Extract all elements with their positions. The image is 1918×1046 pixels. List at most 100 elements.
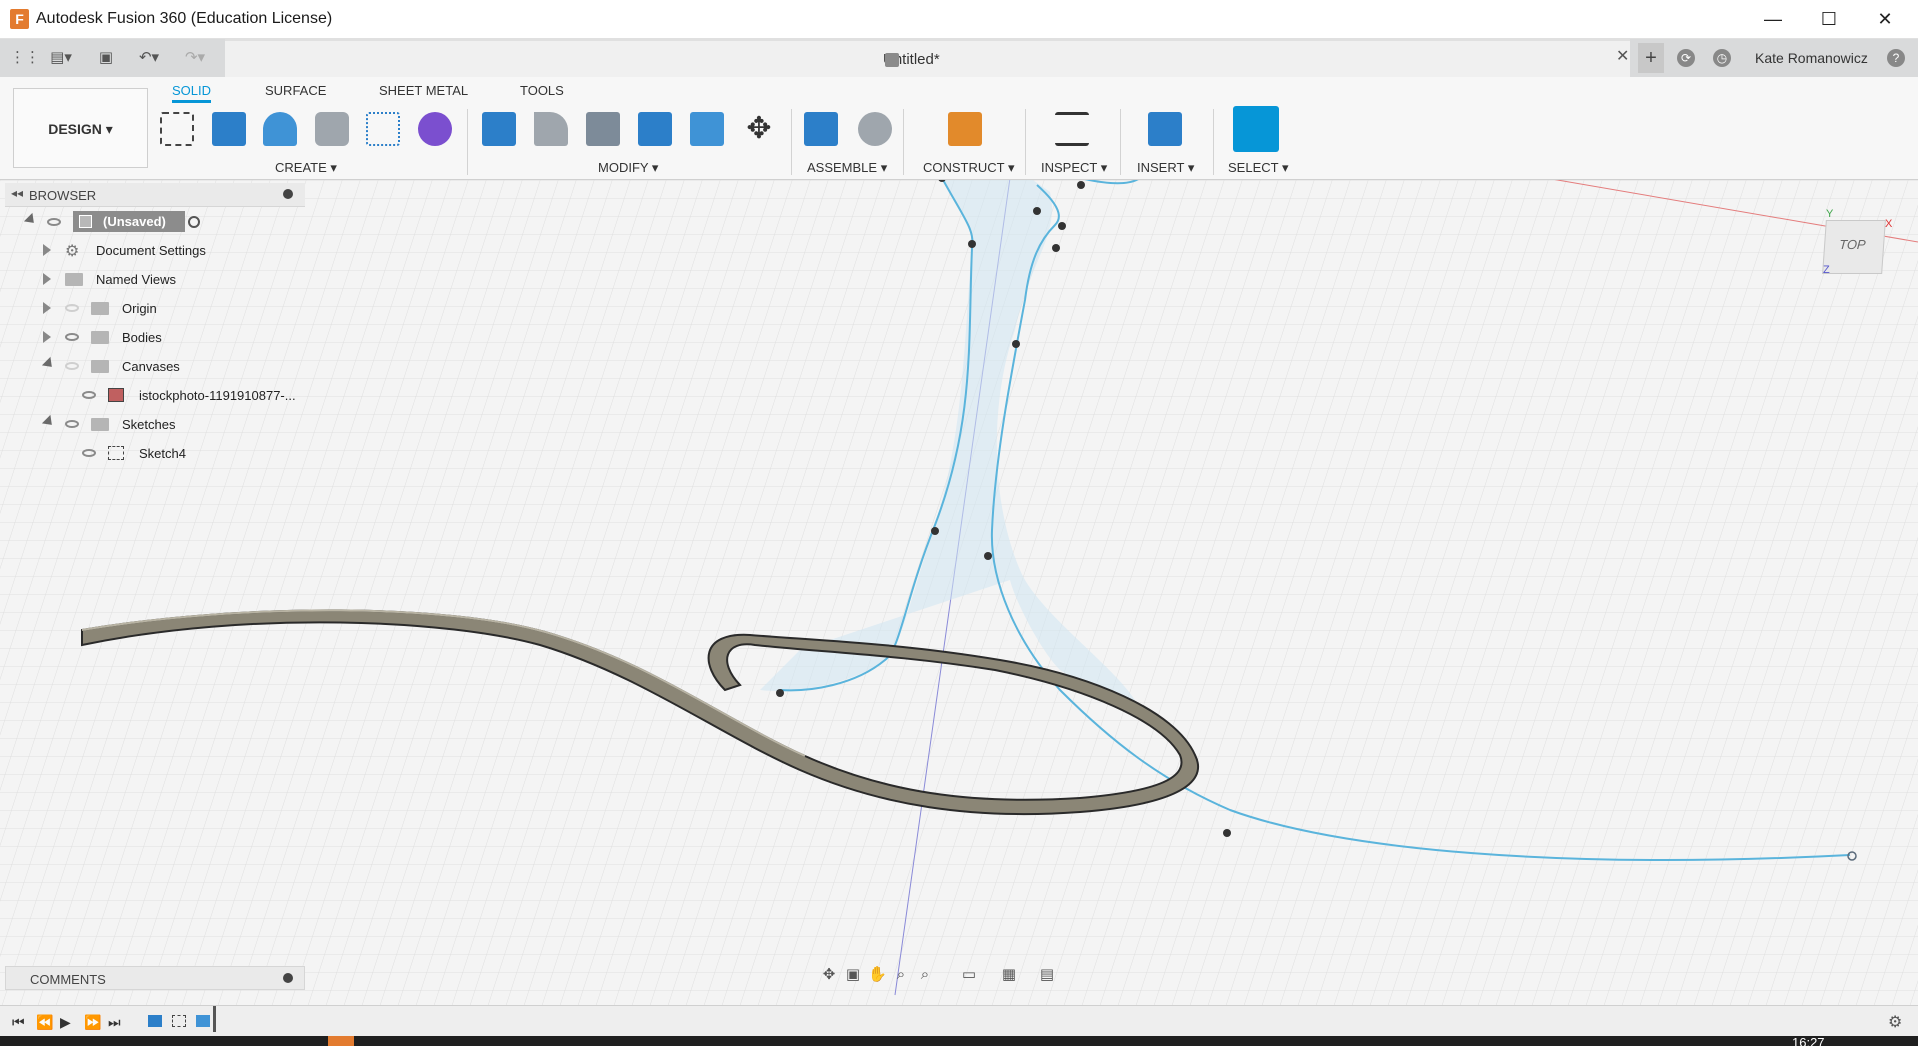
expand-icon[interactable]	[43, 273, 51, 285]
orbit-icon[interactable]: ✥	[820, 966, 838, 984]
collapse-icon[interactable]	[41, 414, 57, 430]
play-icon[interactable]: ▶	[60, 1014, 71, 1031]
visibility-eye-icon[interactable]	[47, 218, 61, 226]
document-tab[interactable]: Untitled*	[225, 39, 1630, 77]
measure-icon[interactable]	[1055, 112, 1089, 146]
new-tab-button[interactable]: +	[1638, 43, 1664, 73]
activate-component-icon[interactable]	[188, 216, 200, 228]
extensions-icon[interactable]: ⟳	[1677, 49, 1695, 67]
close-window-button[interactable]: ✕	[1857, 0, 1913, 39]
expand-root-icon[interactable]	[23, 212, 39, 228]
maximize-button[interactable]: ☐	[1801, 0, 1857, 39]
tree-label: Sketch4	[139, 446, 186, 461]
data-panel-grid-icon[interactable]: ⋮⋮	[10, 47, 40, 69]
tree-row-sketches[interactable]: Sketches	[5, 412, 305, 436]
tree-row-origin[interactable]: Origin	[5, 296, 305, 320]
create-menu[interactable]: CREATE ▾	[275, 160, 337, 176]
user-account-name[interactable]: Kate Romanowicz	[1755, 50, 1868, 66]
expand-icon[interactable]	[43, 331, 51, 343]
viewports-icon[interactable]: ▤	[1038, 966, 1056, 984]
fit-icon[interactable]: ⌕	[916, 966, 934, 984]
tree-row-bodies[interactable]: Bodies	[5, 325, 305, 349]
zoom-icon[interactable]: ⌕	[892, 966, 910, 984]
move-icon[interactable]: ✥	[742, 112, 776, 146]
redo-icon[interactable]: ↷▾	[178, 47, 212, 69]
tab-sheet-metal[interactable]: SHEET METAL	[379, 83, 468, 98]
tree-row-document-settings[interactable]: ⚙ Document Settings	[5, 238, 305, 262]
modify-menu[interactable]: MODIFY ▾	[598, 160, 658, 176]
visibility-eye-icon[interactable]	[65, 333, 79, 341]
chamfer-icon[interactable]	[586, 112, 620, 146]
construct-menu[interactable]: CONSTRUCT ▾	[923, 160, 1015, 176]
insert-menu[interactable]: INSERT ▾	[1137, 160, 1194, 176]
tree-row-sketch4[interactable]: Sketch4	[5, 441, 305, 465]
revolve-icon[interactable]	[263, 112, 297, 146]
timeline-settings-gear-icon[interactable]: ⚙	[1888, 1012, 1902, 1032]
create-sketch-icon[interactable]	[160, 112, 194, 146]
tree-row-root[interactable]: (Unsaved)	[5, 210, 305, 234]
minimize-button[interactable]: —	[1745, 0, 1801, 39]
grid-settings-icon[interactable]: ▦	[1000, 966, 1018, 984]
taskbar-fusion-icon[interactable]	[328, 1036, 354, 1046]
pattern-icon[interactable]	[366, 112, 400, 146]
select-menu[interactable]: SELECT ▾	[1228, 160, 1288, 176]
browser-pin-icon[interactable]	[283, 189, 293, 199]
image-icon	[108, 388, 124, 402]
offset-plane-icon[interactable]	[948, 112, 982, 146]
close-tab-icon[interactable]: ✕	[1616, 46, 1629, 66]
tree-row-canvases[interactable]: Canvases	[5, 354, 305, 378]
navigation-bar: ✥ ▣ ✋ ⌕ ⌕ ▭ ▦ ▤	[820, 962, 1090, 990]
window-title: Autodesk Fusion 360 (Education License)	[36, 10, 333, 27]
canvas-image-icon[interactable]	[1148, 112, 1182, 146]
fillet-icon[interactable]	[534, 112, 568, 146]
hole-icon[interactable]	[315, 112, 349, 146]
visibility-eye-icon[interactable]	[65, 420, 79, 428]
tree-row-named-views[interactable]: Named Views	[5, 267, 305, 291]
comments-panel[interactable]: COMMENTS	[5, 966, 305, 990]
timeline-marker[interactable]	[213, 1006, 216, 1032]
gear-icon: ⚙	[65, 243, 80, 260]
folder-icon	[65, 273, 83, 286]
new-component-icon[interactable]	[804, 112, 838, 146]
tab-tools[interactable]: TOOLS	[520, 83, 564, 98]
step-back-icon[interactable]: ⏪	[36, 1014, 53, 1031]
save-icon[interactable]: ▣	[96, 47, 116, 69]
timeline-sweep-feature-icon[interactable]	[196, 1015, 210, 1027]
go-to-start-icon[interactable]: ⏮	[12, 1014, 25, 1031]
folder-icon	[91, 331, 109, 344]
visibility-eye-icon[interactable]	[65, 304, 79, 312]
form-icon[interactable]	[418, 112, 452, 146]
expand-icon[interactable]	[43, 302, 51, 314]
look-at-icon[interactable]: ▣	[844, 966, 862, 984]
joint-icon[interactable]	[858, 112, 892, 146]
select-icon[interactable]	[1233, 106, 1279, 152]
assemble-menu[interactable]: ASSEMBLE ▾	[807, 160, 887, 176]
undo-icon[interactable]: ↶▾	[132, 47, 166, 69]
file-menu-icon[interactable]: ▤▾	[46, 47, 76, 69]
collapse-panel-icon[interactable]: ◂◂	[11, 186, 23, 200]
shell-icon[interactable]	[638, 112, 672, 146]
pan-icon[interactable]: ✋	[868, 966, 887, 984]
timeline-sketch-feature-icon[interactable]	[172, 1015, 186, 1027]
tree-row-canvas-image[interactable]: istockphoto-1191910877-...	[5, 383, 305, 407]
add-comment-icon[interactable]	[283, 973, 293, 983]
collapse-icon[interactable]	[41, 356, 57, 372]
press-pull-icon[interactable]	[482, 112, 516, 146]
go-to-end-icon[interactable]: ⏭	[108, 1014, 121, 1031]
view-cube[interactable]: TOP	[1822, 220, 1886, 274]
step-forward-icon[interactable]: ⏩	[84, 1014, 101, 1031]
combine-icon[interactable]	[690, 112, 724, 146]
job-status-icon[interactable]: ◷	[1713, 49, 1731, 67]
extrude-icon[interactable]	[212, 112, 246, 146]
display-settings-icon[interactable]: ▭	[960, 966, 978, 984]
visibility-eye-icon[interactable]	[82, 391, 96, 399]
tab-surface[interactable]: SURFACE	[265, 83, 326, 98]
expand-icon[interactable]	[43, 244, 51, 256]
inspect-menu[interactable]: INSPECT ▾	[1041, 160, 1107, 176]
tab-solid[interactable]: SOLID	[172, 83, 212, 103]
visibility-eye-icon[interactable]	[82, 449, 96, 457]
help-icon[interactable]: ?	[1887, 49, 1905, 67]
timeline-canvas-feature-icon[interactable]	[148, 1015, 162, 1027]
workspace-switcher[interactable]: DESIGN ▾	[13, 88, 148, 168]
visibility-eye-icon[interactable]	[65, 362, 79, 370]
